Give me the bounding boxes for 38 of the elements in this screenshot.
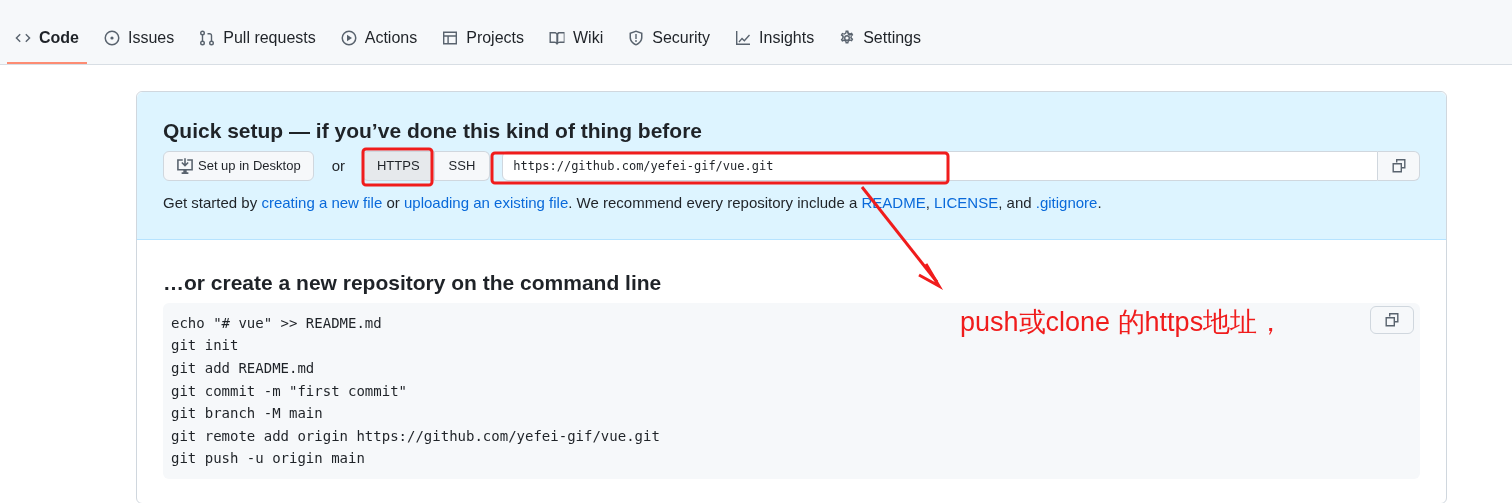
copy-icon-button[interactable]	[1378, 151, 1420, 182]
nav-tab[interactable]: Code	[7, 14, 87, 64]
graph-icon	[735, 30, 752, 46]
code-line: git branch -M main	[171, 404, 323, 424]
nav-tab[interactable]: Settings	[831, 14, 929, 64]
code-line: git remote add origin https://github.com/yefei-gif/vue.git	[171, 426, 660, 446]
copy-icon	[1384, 311, 1400, 328]
section-heading: Quick setup — if you’ve done this kind of thing before	[163, 118, 704, 144]
set-up-in-desktop-button[interactable]: Set up in Desktop	[163, 151, 314, 182]
protocol-tab[interactable]: SSH	[434, 151, 491, 182]
code-line: git add README.md	[171, 359, 315, 379]
settings-icon	[839, 30, 856, 46]
link[interactable]: creating a new file	[261, 194, 383, 212]
section-heading: …or create a new repository on the command line	[163, 269, 663, 295]
code-line: git commit -m "first commit"	[171, 381, 407, 401]
or-label: or	[331, 155, 345, 176]
pull-request-icon	[199, 30, 216, 46]
clone-url-field[interactable]: https://github.com/yefei-gif/vue.git	[502, 151, 1379, 182]
code-line: git push -u origin main	[171, 449, 365, 469]
nav-tab[interactable]: Pull requests	[191, 14, 324, 64]
code-line: git init	[171, 336, 239, 356]
link[interactable]: .gitignore	[1035, 194, 1098, 212]
link[interactable]: uploading an existing file	[404, 194, 569, 212]
nav-tab[interactable]: Security	[620, 14, 719, 64]
nav-tab[interactable]: Wiki	[541, 14, 612, 64]
nav-tab[interactable]: Issues	[96, 14, 183, 64]
nav-tab[interactable]: Actions	[332, 14, 426, 64]
nav-tab[interactable]: Insights	[727, 14, 823, 64]
nav-tab[interactable]: Projects	[434, 14, 532, 64]
copy-icon	[1390, 158, 1407, 175]
play-icon	[340, 30, 357, 46]
copy-icon-button[interactable]	[1370, 305, 1414, 334]
desktop-download-icon	[176, 157, 194, 176]
code-line: echo "# vue" >> README.md	[171, 313, 382, 333]
annotation-text: push或clone 的https地址，	[960, 306, 1285, 339]
shield-icon	[628, 30, 645, 46]
book-icon	[549, 30, 565, 46]
table-icon	[442, 30, 459, 46]
